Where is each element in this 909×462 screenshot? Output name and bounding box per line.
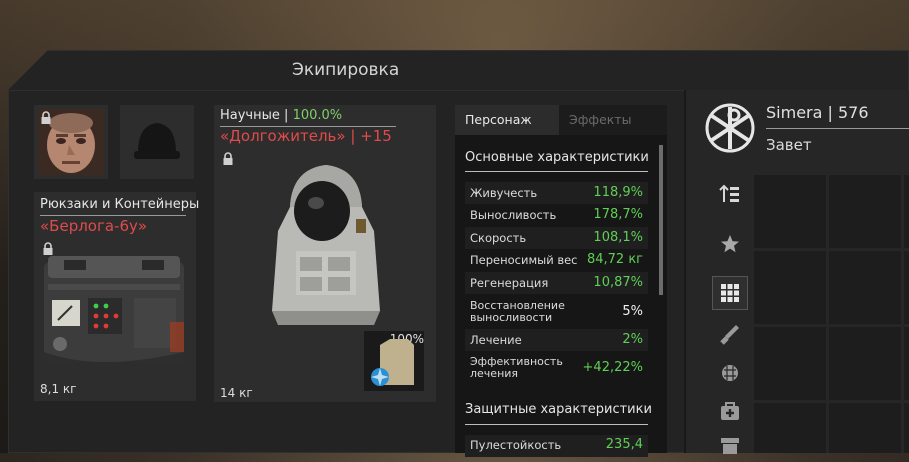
grenades-filter-button[interactable] (712, 355, 748, 389)
helmet-slot[interactable] (120, 105, 194, 179)
inventory-cell[interactable] (754, 251, 826, 324)
stat-value: 118,9% (593, 185, 643, 200)
backpack-category: Рюкзаки и Контейнеры (40, 197, 200, 212)
armor-suit-icon (272, 165, 380, 325)
stat-value: 178,7% (593, 207, 643, 222)
stat-row: Скорость 108,1% (465, 227, 648, 249)
lock-icon (41, 111, 51, 124)
inventory-cell[interactable] (754, 403, 826, 453)
stat-row: Эффективность лечения +42,22% (465, 351, 648, 385)
player-faction: Завет (766, 136, 812, 154)
inventory-cell[interactable] (904, 327, 909, 400)
inventory-cell[interactable] (904, 175, 909, 248)
inventory-grid[interactable] (752, 175, 909, 453)
stat-label: Переносимый вес (470, 253, 578, 267)
stat-label: Восстановление выносливости (470, 299, 565, 324)
favorites-button[interactable] (712, 227, 748, 261)
stat-value: 5% (622, 304, 643, 319)
sort-button[interactable] (712, 177, 748, 211)
stat-value: 2% (622, 332, 643, 347)
section-main-divider (465, 171, 648, 172)
stat-label: Выносливость (470, 208, 557, 222)
armor-name: «Долгожитель» | +15 (220, 127, 392, 145)
helmet-placeholder-icon (134, 123, 180, 159)
armor-separator: | (284, 108, 289, 123)
stat-value: 108,1% (593, 230, 643, 245)
stat-row: Регенерация 10,87% (465, 272, 648, 294)
armor-plate-slot[interactable]: 100% (364, 331, 424, 391)
armor-plate-icon (371, 339, 414, 386)
player-name-underline (766, 128, 909, 129)
stat-row: Восстановление выносливости 5% (465, 295, 648, 329)
stat-row: Выносливость 178,7% (465, 204, 648, 226)
stats-scrollbar[interactable] (659, 145, 663, 295)
container-icon (44, 256, 184, 362)
header-divider (8, 90, 685, 91)
armor-category-line: Научные | 100.0% (220, 108, 342, 123)
inventory-cell[interactable] (904, 403, 909, 453)
stat-label: Пулестойкость (470, 438, 562, 452)
medkit-icon (721, 402, 739, 420)
armor-slot[interactable]: Научные | 100.0% «Долгожитель» | +15 14 … (214, 105, 436, 402)
stat-value: 235,4 (605, 437, 643, 452)
armor-weight: 14 кг (220, 386, 253, 400)
section-protective-stats: Защитные характеристики (465, 402, 652, 417)
backpack-slot[interactable]: Рюкзаки и Контейнеры «Берлога-6у» 8,1 кг (34, 192, 200, 401)
stat-label: Лечение (470, 333, 522, 347)
stat-row: Лечение 2% (465, 329, 648, 351)
lock-icon (223, 152, 233, 165)
backpack-name: «Берлога-6у» (40, 217, 148, 235)
backpack-category-underline (40, 215, 186, 216)
medical-filter-button[interactable] (712, 394, 748, 428)
player-name: Simera | 576 (766, 103, 869, 122)
knife-icon (720, 325, 739, 345)
sort-icon (719, 184, 739, 202)
inventory-cell[interactable] (904, 251, 909, 324)
inventory-cell[interactable] (754, 327, 826, 400)
inventory-cell[interactable] (829, 403, 901, 453)
tab-effects[interactable]: Эффекты (559, 105, 667, 135)
stat-row: Живучесть 118,9% (465, 182, 648, 204)
stat-row: Пулестойкость 235,4 (465, 435, 648, 457)
window-title: Экипировка (292, 60, 400, 80)
star-icon (721, 235, 739, 253)
inventory-cell[interactable] (829, 327, 901, 400)
inventory-cell[interactable] (829, 175, 901, 248)
grid-view-button[interactable] (712, 276, 748, 310)
misc-filter-button[interactable] (712, 428, 748, 462)
inventory-cell[interactable] (829, 251, 901, 324)
backpack-weight: 8,1 кг (40, 382, 77, 396)
stat-label: Живучесть (470, 186, 538, 200)
face-slot[interactable] (34, 105, 108, 179)
stat-value: 84,72 кг (586, 252, 643, 267)
tab-character[interactable]: Персонаж (455, 105, 559, 135)
weapons-filter-button[interactable] (712, 317, 748, 351)
armor-quality: 100.0% (292, 108, 343, 123)
inventory-cell[interactable] (754, 175, 826, 248)
section-protective-divider (465, 424, 648, 425)
stat-value: +42,22% (582, 360, 643, 375)
stat-row: Переносимый вес 84,72 кг (465, 249, 648, 271)
grenade-icon (722, 365, 738, 381)
grid-icon (721, 284, 739, 302)
stat-label: Скорость (470, 231, 527, 245)
section-main-stats: Основные характеристики (465, 150, 649, 165)
stat-label: Эффективность лечения (470, 355, 563, 380)
armor-category: Научные (220, 108, 280, 123)
stat-label: Регенерация (470, 276, 549, 290)
stat-value: 10,87% (593, 275, 643, 290)
faction-emblem-icon (705, 103, 755, 153)
